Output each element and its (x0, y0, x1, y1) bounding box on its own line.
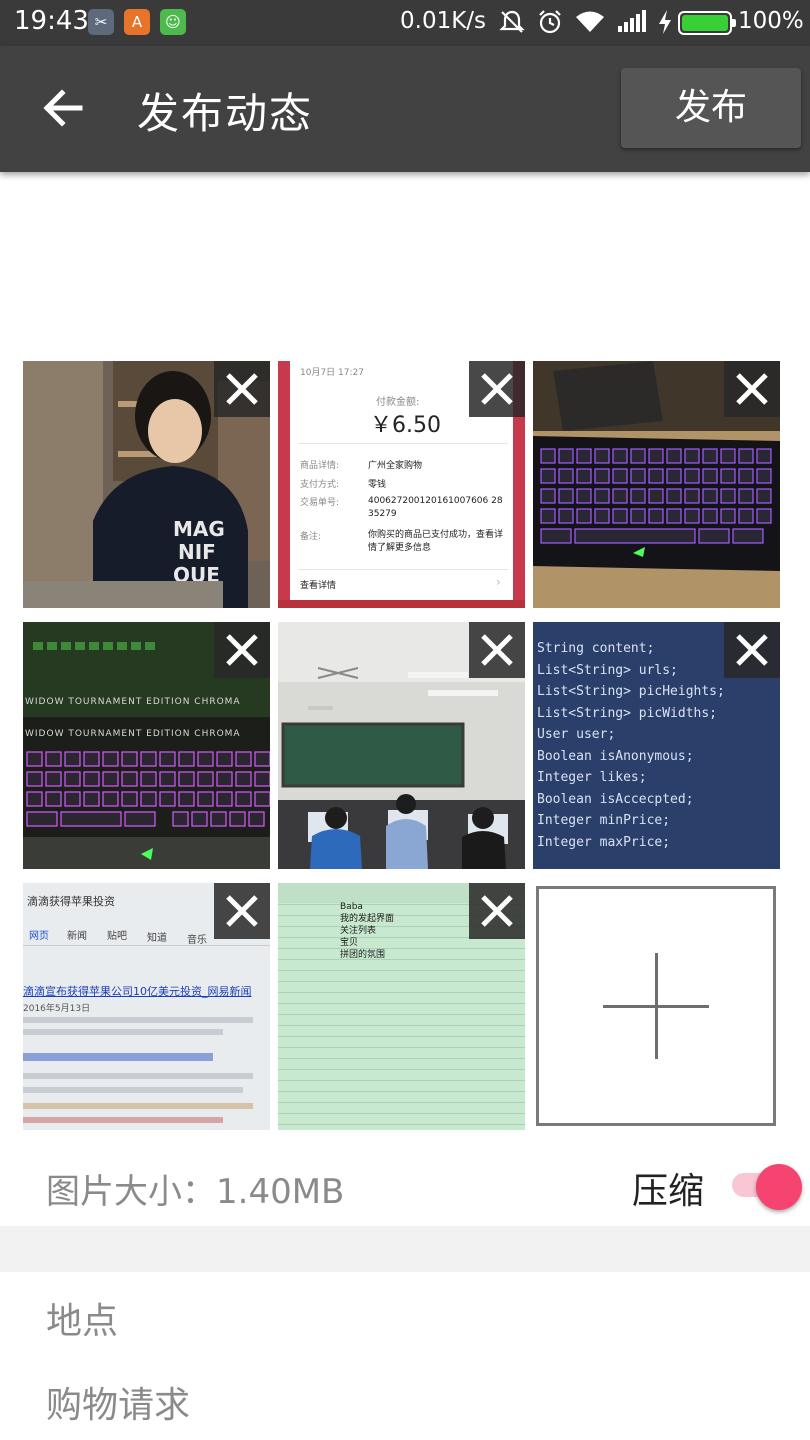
photo-thumbnail[interactable]: WIDOW TOURNAMENT EDITION CHROMA WIDOW TO… (23, 622, 270, 869)
location-option[interactable]: 地点 (0, 1272, 810, 1358)
mute-icon (498, 8, 526, 42)
android-app-icon: ☺ (160, 9, 186, 35)
screenshot-app-icon: ✂ (88, 9, 114, 35)
remove-photo-button[interactable] (469, 622, 525, 678)
close-icon (481, 634, 513, 666)
close-icon (481, 373, 513, 405)
remove-photo-button[interactable] (214, 883, 270, 939)
photo-thumbnail[interactable]: Baba 我的发起界面 关注列表 宝贝 拼团的氛围 (278, 883, 525, 1130)
photo-thumbnail[interactable] (278, 622, 525, 869)
post-content-input[interactable] (22, 190, 788, 340)
back-button[interactable] (32, 76, 96, 140)
photo-thumbnail[interactable]: 滴滴获得苹果投资 网页 新闻 贴吧 知道 音乐 滴滴宣布获得苹果公司10亿美元投… (23, 883, 270, 1130)
alarm-icon (536, 8, 564, 42)
page-title: 发布动态 (137, 89, 314, 138)
shopping-request-label: 购物请求 (46, 1385, 191, 1426)
arrow-left-icon (43, 89, 83, 127)
photo-thumbnail[interactable] (533, 361, 780, 608)
svg-text:MAG: MAG (173, 517, 225, 541)
remove-photo-button[interactable] (724, 361, 780, 417)
close-icon (226, 634, 258, 666)
photo-thumbnail[interactable]: MAG NIF QUE (23, 361, 270, 608)
battery-icon (678, 11, 736, 35)
section-divider (0, 1226, 810, 1272)
charging-icon (656, 8, 674, 42)
shield-app-icon: A (124, 9, 150, 35)
remove-photo-button[interactable] (214, 361, 270, 417)
battery-percent: 100% (738, 8, 804, 34)
svg-text:NIF: NIF (178, 540, 216, 564)
close-icon (736, 634, 768, 666)
wifi-icon (574, 8, 606, 42)
close-icon (736, 373, 768, 405)
remove-photo-button[interactable] (469, 361, 525, 417)
svg-text:WIDOW TOURNAMENT EDITION CHROM: WIDOW TOURNAMENT EDITION CHROMA (25, 729, 241, 739)
photo-thumbnail[interactable]: 10月7日 17:27 付款金额: ￥6.50 商品详情: 广州全家购物 支付方… (278, 361, 525, 608)
close-icon (481, 895, 513, 927)
location-label: 地点 (46, 1301, 119, 1342)
photo-thumbnail[interactable]: String content; List<String> urls; List<… (533, 622, 780, 869)
close-icon (226, 373, 258, 405)
status-time: 19:43 (14, 6, 89, 36)
add-photo-button[interactable] (536, 886, 776, 1126)
toolbar: 发布动态 发布 (0, 46, 810, 172)
signal-icon (616, 8, 648, 42)
image-size-row: 图片大小：1.40MB 压缩 (0, 1140, 810, 1226)
remove-photo-button[interactable] (724, 622, 780, 678)
shopping-request-option[interactable]: 购物请求 (0, 1356, 810, 1440)
compress-toggle[interactable] (730, 1164, 802, 1210)
status-bar: 19:43 ✂ A ☺ 0.01K/s 100% (0, 0, 810, 46)
image-size-label: 图片大小：1.40MB (46, 1172, 345, 1212)
compress-label: 压缩 (632, 1171, 705, 1212)
remove-photo-button[interactable] (214, 622, 270, 678)
publish-button[interactable]: 发布 (621, 68, 801, 148)
remove-photo-button[interactable] (469, 883, 525, 939)
network-speed: 0.01K/s (400, 8, 487, 34)
svg-text:WIDOW TOURNAMENT EDITION CHROM: WIDOW TOURNAMENT EDITION CHROMA (25, 697, 241, 707)
close-icon (226, 895, 258, 927)
